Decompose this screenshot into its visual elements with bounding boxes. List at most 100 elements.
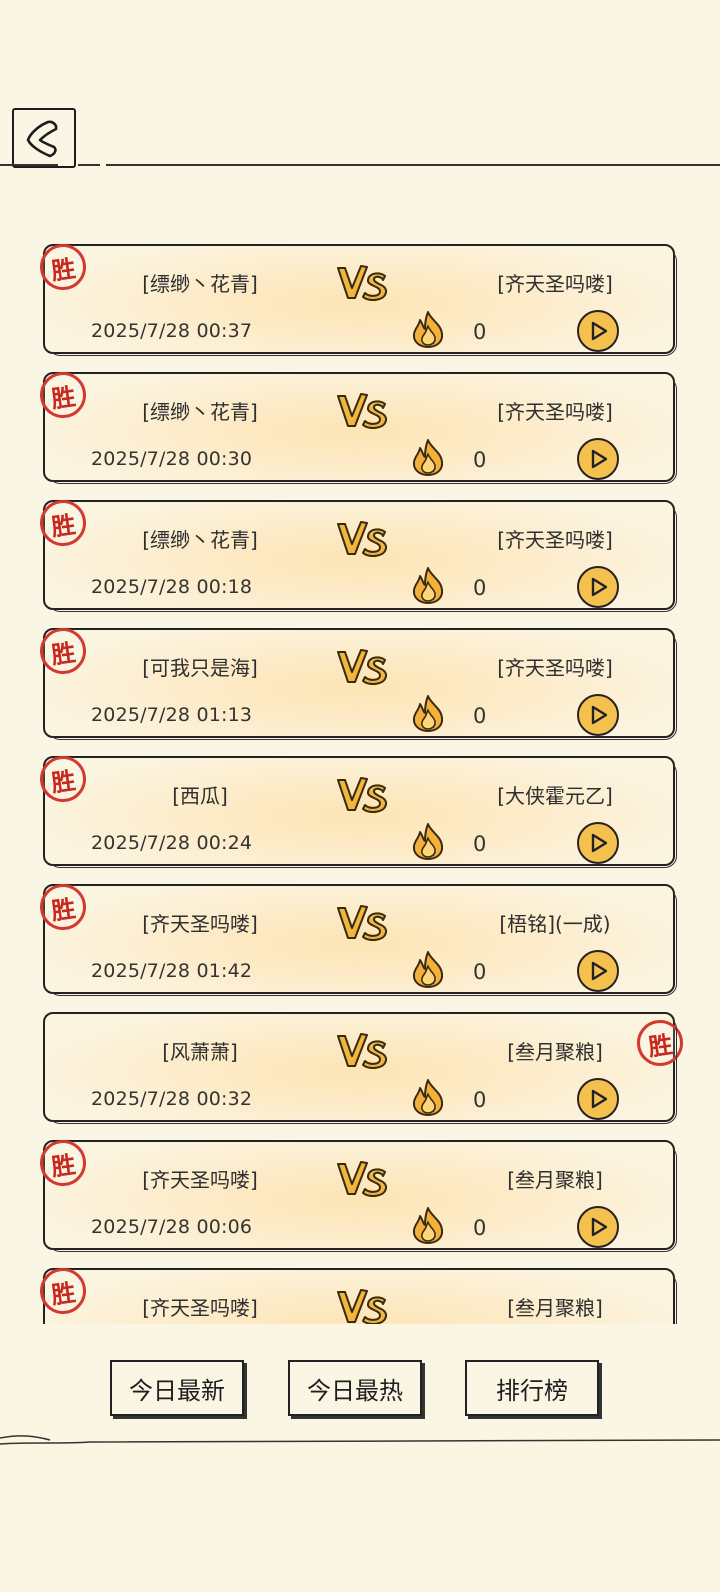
play-replay-button[interactable]: [577, 310, 619, 352]
win-stamp-label: 胜: [37, 753, 89, 805]
bottom-tabs: 今日最新 今日最热 排行榜: [0, 1350, 720, 1430]
vs-icon: [337, 521, 387, 557]
match-card[interactable]: 胜 [风萧萧] [叁月聚粮] 2025/7/28 00:32 0: [43, 1012, 686, 1124]
player-left-name: [风萧萧]: [162, 1040, 238, 1064]
match-time: 2025/7/28 00:32: [91, 1088, 253, 1110]
win-stamp-label: 胜: [37, 625, 89, 677]
back-button[interactable]: [12, 108, 76, 168]
header-divider: [0, 164, 720, 166]
play-replay-button[interactable]: [577, 438, 619, 480]
player-left-name: [缥缈丶花青]: [142, 528, 258, 552]
win-stamp: 胜: [37, 242, 90, 294]
play-replay-button[interactable]: [577, 1078, 619, 1120]
player-left-name: [缥缈丶花青]: [142, 272, 258, 296]
match-card[interactable]: 胜 [缥缈丶花青] [齐天圣吗喽] 2025/7/28 00:30 0: [37, 369, 677, 484]
player-right-name: [齐天圣吗喽]: [497, 656, 613, 680]
win-stamp-label: 胜: [37, 497, 89, 549]
win-stamp-label: 胜: [37, 369, 89, 421]
heat-count: 0: [473, 320, 487, 344]
fire-icon: [412, 823, 444, 860]
tab-today-hot[interactable]: 今日最热: [288, 1360, 422, 1416]
win-stamp-label: 胜: [37, 881, 89, 933]
win-stamp: 胜: [37, 625, 90, 678]
play-icon: [591, 961, 608, 981]
heat-count: 0: [473, 960, 487, 984]
fire-icon: [412, 1079, 444, 1116]
win-stamp: 胜: [37, 497, 90, 550]
win-stamp: 胜: [37, 753, 90, 806]
heat-count: 0: [473, 1216, 487, 1240]
heat-count: 0: [473, 704, 487, 728]
player-right-name: [齐天圣吗喽]: [497, 272, 613, 296]
play-replay-button[interactable]: [577, 694, 619, 736]
match-time: 2025/7/28 00:24: [91, 832, 253, 854]
fire-icon: [412, 695, 444, 732]
match-time: 2025/7/28 00:30: [91, 448, 253, 470]
match-card[interactable]: 胜 [可我只是海] [齐天圣吗喽] 2025/7/28 01:13 0: [37, 625, 677, 740]
match-time: 2025/7/28 00:06: [91, 1216, 253, 1238]
play-icon: [591, 449, 608, 469]
vs-icon: [337, 393, 387, 429]
play-icon: [591, 833, 608, 853]
heat-count: 0: [473, 1088, 487, 1112]
match-time: 2025/7/28 01:42: [91, 960, 253, 982]
tab-ranking[interactable]: 排行榜: [465, 1360, 599, 1416]
win-stamp-label: 胜: [37, 1265, 89, 1317]
play-icon: [591, 705, 608, 725]
play-icon: [591, 1217, 608, 1237]
match-time: 2025/7/28 01:13: [91, 704, 253, 726]
heat-count: 0: [473, 448, 487, 472]
player-left-name: [可我只是海]: [142, 656, 258, 680]
player-right-name: [叁月聚粮]: [507, 1296, 603, 1320]
heat-count: 0: [473, 832, 487, 856]
play-replay-button[interactable]: [577, 950, 619, 992]
win-stamp: 胜: [37, 1137, 90, 1190]
win-stamp-label: 胜: [37, 1137, 89, 1189]
win-stamp: 胜: [37, 881, 90, 934]
player-left-name: [齐天圣吗喽]: [142, 1168, 258, 1192]
fire-icon: [412, 311, 444, 348]
match-card[interactable]: 胜 [西瓜] [大侠霍元乙] 2025/7/28 00:24 0: [37, 753, 677, 868]
heat-count: 0: [473, 576, 487, 600]
tab-today-latest[interactable]: 今日最新: [110, 1360, 244, 1416]
play-icon: [591, 1089, 608, 1109]
win-stamp: 胜: [37, 369, 90, 422]
player-right-name: [叁月聚粮]: [507, 1168, 603, 1192]
match-card[interactable]: 胜 [缥缈丶花青] [齐天圣吗喽] 2025/7/28 00:37 0: [37, 242, 677, 356]
player-right-name: [梧铭](一成): [499, 912, 611, 936]
vs-icon: [337, 905, 387, 941]
match-time: 2025/7/28 00:37: [91, 320, 253, 342]
vs-icon: [337, 1033, 387, 1069]
player-right-name: [叁月聚粮]: [507, 1040, 603, 1064]
match-card[interactable]: 胜 [齐天圣吗喽] [叁月聚粮]: [37, 1265, 677, 1324]
fire-icon: [412, 951, 444, 988]
back-chevron-icon: [26, 120, 58, 158]
player-right-name: [齐天圣吗喽]: [497, 528, 613, 552]
vs-icon: [337, 1289, 387, 1324]
play-replay-button[interactable]: [577, 1206, 619, 1248]
fire-icon: [412, 439, 444, 476]
player-left-name: [齐天圣吗喽]: [142, 1296, 258, 1320]
player-left-name: [缥缈丶花青]: [142, 400, 258, 424]
vs-icon: [337, 649, 387, 685]
play-replay-button[interactable]: [577, 822, 619, 864]
player-right-name: [大侠霍元乙]: [497, 784, 613, 808]
win-stamp-label: 胜: [37, 242, 89, 293]
fire-icon: [412, 567, 444, 604]
player-right-name: [齐天圣吗喽]: [497, 400, 613, 424]
play-replay-button[interactable]: [577, 566, 619, 608]
match-card[interactable]: 胜 [齐天圣吗喽] [叁月聚粮] 2025/7/28 00:06 0: [37, 1137, 677, 1252]
vs-icon: [337, 1161, 387, 1197]
win-stamp: 胜: [37, 1265, 90, 1318]
play-icon: [591, 577, 608, 597]
vs-icon: [337, 777, 387, 813]
player-left-name: [齐天圣吗喽]: [142, 912, 258, 936]
play-icon: [591, 321, 608, 341]
player-left-name: [西瓜]: [172, 784, 228, 808]
match-card[interactable]: 胜 [齐天圣吗喽] [梧铭](一成) 2025/7/28 01:42 0: [37, 881, 677, 996]
fire-icon: [412, 1207, 444, 1244]
match-list[interactable]: 胜 [缥缈丶花青] [齐天圣吗喽] 2025/7/28 00:37 0 胜 [缥缈丶花青] […: [0, 242, 720, 1324]
match-card[interactable]: 胜 [缥缈丶花青] [齐天圣吗喽] 2025/7/28 00:18 0: [37, 497, 677, 612]
footer-divider: [0, 1435, 720, 1445]
match-time: 2025/7/28 00:18: [91, 576, 253, 598]
